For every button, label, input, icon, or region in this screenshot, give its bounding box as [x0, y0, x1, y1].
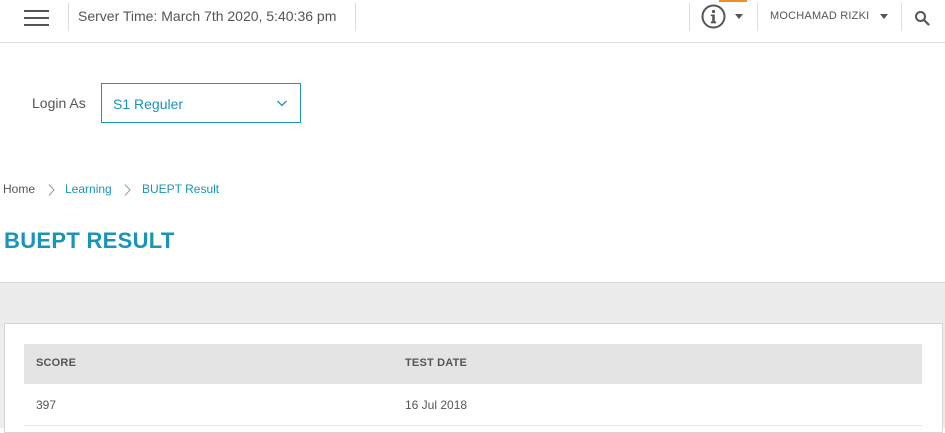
breadcrumb-learning[interactable]: Learning — [65, 182, 112, 196]
table-row: 397 16 Jul 2018 — [24, 384, 922, 426]
login-as-select[interactable]: S1 Reguler — [101, 83, 301, 123]
column-header-test-date: TEST DATE — [405, 357, 468, 369]
info-icon[interactable] — [701, 4, 726, 29]
chevron-right-icon — [48, 184, 55, 196]
divider — [355, 3, 356, 31]
login-as-selected-value: S1 Reguler — [113, 96, 184, 112]
server-time: Server Time: March 7th 2020, 5:40:36 pm — [78, 8, 337, 24]
user-caret-down-icon[interactable] — [880, 14, 888, 19]
notification-badge — [719, 0, 747, 2]
breadcrumb-current: BUEPT Result — [142, 182, 220, 196]
divider — [689, 3, 690, 31]
info-caret-down-icon[interactable] — [735, 14, 743, 19]
divider — [757, 3, 758, 31]
user-menu[interactable]: MOCHAMAD RIZKI — [770, 10, 869, 22]
hamburger-menu-icon[interactable] — [24, 9, 49, 27]
breadcrumb-home[interactable]: Home — [3, 182, 35, 196]
login-as-label: Login As — [32, 95, 86, 111]
divider — [68, 3, 69, 31]
top-bar: Server Time: March 7th 2020, 5:40:36 pm … — [0, 0, 945, 43]
search-icon[interactable] — [914, 10, 930, 26]
chevron-down-icon — [277, 100, 287, 107]
divider — [901, 3, 902, 31]
chevron-right-icon — [124, 184, 131, 196]
cell-score: 397 — [36, 398, 57, 412]
table-header: SCORE TEST DATE — [24, 344, 922, 384]
column-header-score: SCORE — [36, 357, 77, 369]
page-title: BUEPT RESULT — [4, 228, 175, 253]
cell-test-date: 16 Jul 2018 — [405, 398, 468, 412]
